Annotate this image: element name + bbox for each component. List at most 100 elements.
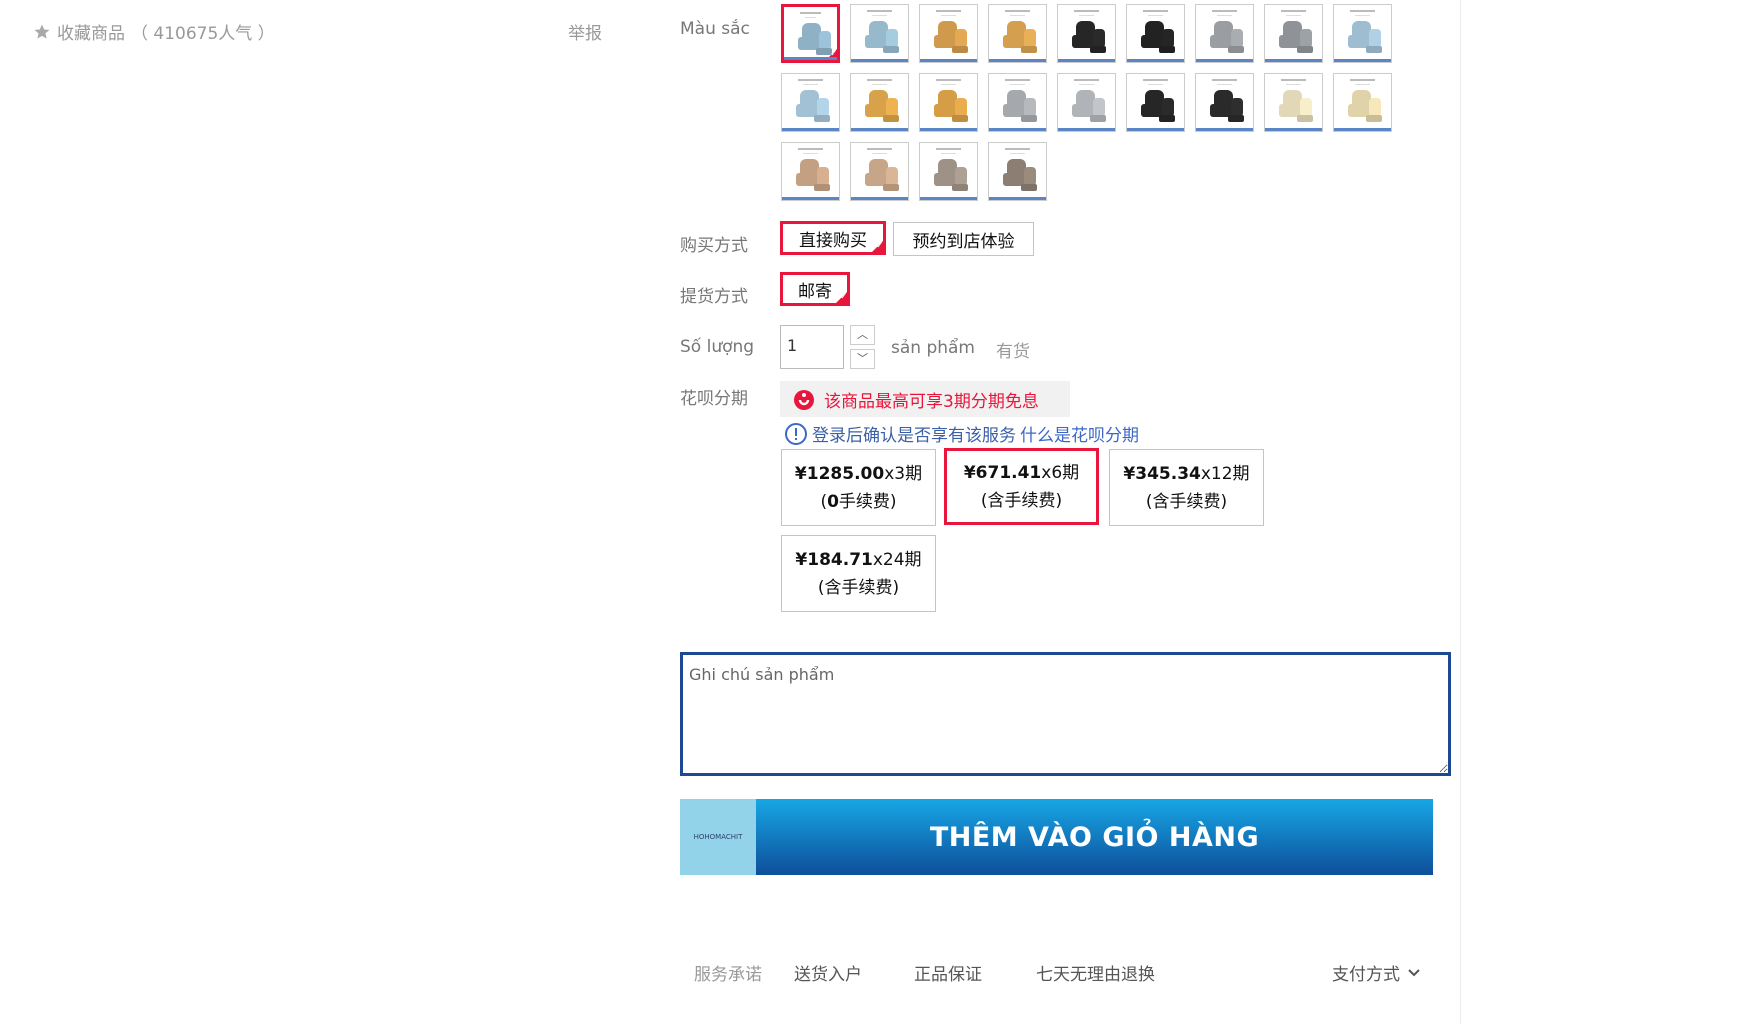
swatch-caption-line xyxy=(1286,15,1301,16)
recliner-footrest xyxy=(1159,115,1175,122)
color-swatch[interactable] xyxy=(1057,73,1116,132)
add-to-cart-label: THÊM VÀO GIỎ HÀNG xyxy=(756,799,1433,875)
color-swatch[interactable] xyxy=(1264,73,1323,132)
installment-price: ¥345.34 xyxy=(1123,463,1201,484)
report-link[interactable]: 举报 xyxy=(568,19,602,44)
color-swatch[interactable] xyxy=(1195,4,1254,63)
recliner-footrest xyxy=(1228,115,1244,122)
color-swatch[interactable] xyxy=(1333,73,1392,132)
color-swatch[interactable] xyxy=(1333,4,1392,63)
recliner-footrest xyxy=(1366,115,1382,122)
service-item-seven-day-return: 七天无理由退换 xyxy=(1036,965,1155,985)
swatch-caption xyxy=(1350,10,1375,12)
selected-check-icon xyxy=(825,48,837,60)
swatch-caption xyxy=(800,12,821,14)
color-swatch[interactable] xyxy=(1057,4,1116,63)
color-swatch[interactable] xyxy=(781,73,840,132)
delivery-method-label: 提货方式 xyxy=(680,287,748,307)
swatch-caption-line xyxy=(872,153,887,154)
delivery-option-mail[interactable]: 邮寄 xyxy=(780,272,850,306)
recliner-footrest xyxy=(952,184,968,191)
color-swatch[interactable] xyxy=(781,4,840,63)
color-swatch[interactable] xyxy=(850,73,909,132)
installment-price: ¥184.71 xyxy=(795,549,873,570)
swatch-caption-line xyxy=(1355,15,1370,16)
swatch-caption xyxy=(867,148,892,150)
installment-periods: x24期 xyxy=(872,549,922,570)
quantity-increase-button[interactable]: ︿ xyxy=(850,325,875,345)
color-swatch[interactable] xyxy=(850,4,909,63)
color-swatch[interactable] xyxy=(781,142,840,201)
swatch-caption xyxy=(1281,79,1306,81)
swatch-caption-line xyxy=(1148,15,1163,16)
store-logo: HOHOMACHIT xyxy=(680,799,756,875)
swatch-caption-line xyxy=(941,153,956,154)
swatch-caption-line xyxy=(872,84,887,85)
color-swatch[interactable] xyxy=(1126,73,1185,132)
swatch-caption-line xyxy=(1010,153,1025,154)
color-label: Màu sắc xyxy=(680,19,750,39)
color-swatch[interactable] xyxy=(1195,73,1254,132)
installment-price: ¥671.41 xyxy=(963,462,1042,483)
installment-option-3[interactable]: ¥1285.00 x3期 (0手续费) xyxy=(781,449,936,526)
installment-option-6[interactable]: ¥671.41 x6期 (含手续费) xyxy=(944,448,1099,525)
recliner-footrest xyxy=(1159,46,1175,53)
swatch-caption-line xyxy=(1079,15,1094,16)
color-swatch[interactable] xyxy=(988,142,1047,201)
purchase-option-store-visit[interactable]: 预约到店体验 xyxy=(893,222,1034,256)
purchase-option-direct[interactable]: 直接购买 xyxy=(780,221,886,255)
quantity-input[interactable]: 1 xyxy=(780,325,844,369)
swatch-caption-line xyxy=(941,84,956,85)
swatch-caption-line xyxy=(803,153,818,154)
recliner-footrest xyxy=(883,46,899,53)
swatch-caption xyxy=(1143,10,1168,12)
delivery-option-mail-label: 邮寄 xyxy=(798,281,832,302)
selected-check-icon xyxy=(835,291,848,304)
color-swatch[interactable] xyxy=(1264,4,1323,63)
installment-option-12[interactable]: ¥345.34 x12期 (含手续费) xyxy=(1109,449,1264,526)
star-icon xyxy=(34,24,50,39)
product-note-field[interactable] xyxy=(680,652,1451,776)
swatch-caption-line xyxy=(1286,84,1301,85)
color-swatch[interactable] xyxy=(919,73,978,132)
installment-login-notice: 登录后确认是否享有该服务 什么是花呗分期 xyxy=(784,421,1139,446)
recliner-footrest xyxy=(1297,115,1313,122)
swatch-caption-line xyxy=(872,15,887,16)
color-swatch[interactable] xyxy=(988,4,1047,63)
login-notice-text: 登录后确认是否享有该服务 xyxy=(812,426,1016,446)
payment-methods-dropdown[interactable]: 支付方式 xyxy=(1332,960,1422,985)
color-swatch[interactable] xyxy=(919,4,978,63)
swatch-caption xyxy=(798,79,823,81)
swatch-caption-line xyxy=(803,84,818,85)
swatch-caption xyxy=(867,10,892,12)
installment-label: 花呗分期 xyxy=(680,389,748,409)
quantity-decrease-button[interactable]: ﹀ xyxy=(850,349,875,369)
recliner-footrest xyxy=(1090,46,1106,53)
installment-option-24[interactable]: ¥184.71 x24期 (含手续费) xyxy=(781,535,936,612)
chevron-down-icon xyxy=(1408,968,1420,976)
color-swatch[interactable] xyxy=(1126,4,1185,63)
swatch-caption xyxy=(798,148,823,150)
what-is-huabei-link[interactable]: 什么是花呗分期 xyxy=(1020,421,1139,446)
color-swatch[interactable] xyxy=(919,142,978,201)
purchase-method-label: 购买方式 xyxy=(680,236,748,256)
add-to-cart-button[interactable]: HOHOMACHIT THÊM VÀO GIỎ HÀNG xyxy=(680,799,1433,875)
swatch-caption-line xyxy=(1079,84,1094,85)
swatch-caption xyxy=(1005,79,1030,81)
swatch-caption-line xyxy=(805,17,816,18)
color-swatch[interactable] xyxy=(850,142,909,201)
service-item-home-delivery: 送货入户 xyxy=(794,965,862,985)
payment-methods-label: 支付方式 xyxy=(1332,965,1400,985)
swatch-caption xyxy=(1074,10,1099,12)
swatch-caption xyxy=(1005,148,1030,150)
installment-fee: 含手续费) xyxy=(987,490,1063,511)
color-swatch[interactable] xyxy=(988,73,1047,132)
installment-fee: 含手续费) xyxy=(824,577,900,598)
swatch-caption xyxy=(1212,10,1237,12)
swatch-caption-line xyxy=(1148,84,1163,85)
swatch-caption-line xyxy=(1217,15,1232,16)
purchase-option-store-visit-label: 预约到店体验 xyxy=(912,231,1015,252)
swatch-caption-line xyxy=(1010,84,1025,85)
favorite-item-button[interactable]: 收藏商品 （ 410675人气 ） xyxy=(33,19,275,44)
recliner-footrest xyxy=(1297,46,1313,53)
